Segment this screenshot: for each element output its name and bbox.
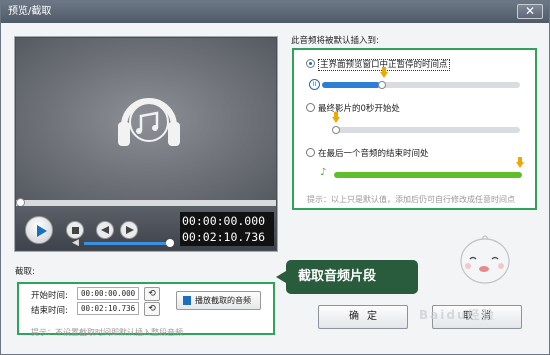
start-time-input[interactable]: 00:00:00.000 (77, 287, 139, 300)
play-button[interactable] (25, 216, 53, 244)
previous-button[interactable] (96, 221, 114, 239)
video-preview (16, 38, 276, 200)
watermark: Baidu经验 (419, 308, 496, 322)
timeline-knob (332, 126, 340, 134)
timeline-bar (334, 127, 520, 133)
timeline-bar-remaining (380, 82, 520, 88)
set-start-clock-icon[interactable]: ⟲ (144, 287, 160, 301)
option-start[interactable]: 最终影片的0秒开始处 (306, 102, 400, 114)
radio-icon[interactable] (306, 103, 315, 112)
annotation-banner: 截取音频片段 (276, 260, 418, 294)
crop-hint: 提示：不设置截取时间即默认插入整段音频 (31, 328, 183, 337)
end-time-label: 结束时间: (31, 306, 68, 316)
crop-title: 截取: (15, 267, 35, 277)
position-marker-icon (516, 157, 524, 168)
play-icon (183, 296, 191, 305)
window-title: 预览/截取 (8, 6, 52, 17)
ok-button[interactable]: 确定 (318, 305, 408, 329)
insert-options-panel: 主界面预览窗口中正暂停的时间点 II 最终影片的0秒开始处 在最后一个音频的结束… (292, 48, 537, 210)
player-controls: ◀ 00:00:00.000 00:02:10.736 (16, 206, 276, 250)
option-label: 最终影片的0秒开始处 (318, 104, 400, 114)
insert-title: 此音频将被默认插入到: (291, 36, 379, 46)
option-paused-point[interactable]: 主界面预览窗口中正暂停的时间点 (306, 58, 450, 71)
media-player: ▾ ◀ 00:00:00.000 00:02:10.736 (14, 36, 278, 252)
close-button[interactable]: ✕ (517, 4, 543, 19)
crop-preview-dialog: 预览/截取 ✕ ▾ ◀ (0, 0, 550, 355)
volume-icon: ◀ (72, 238, 79, 248)
pause-icon: II (309, 79, 320, 90)
mascot-illustration (460, 235, 510, 284)
play-cropped-label: 播放截取的音频 (195, 296, 251, 305)
timeline-bar-played (322, 82, 380, 88)
insert-hint: 提示：以上只是默认值，添加后仍可自行修改成任意时间点 (307, 195, 515, 204)
option-last-audio-end[interactable]: 在最后一个音频的结束时间处 (306, 147, 429, 159)
start-time-label: 开始时间: (31, 291, 68, 301)
music-note-icon: ♪ (320, 167, 327, 178)
current-time: 00:00:00.000 (182, 214, 266, 228)
position-marker-icon (380, 67, 388, 78)
end-time-input[interactable]: 00:02:10.736 (77, 302, 139, 315)
title-bar: 预览/截取 ✕ (1, 1, 549, 23)
stop-button[interactable] (66, 221, 84, 239)
headphone-music-icon (118, 98, 180, 146)
play-cropped-audio-button[interactable]: 播放截取的音频 (176, 291, 261, 310)
set-end-clock-icon[interactable]: ⟲ (144, 302, 160, 316)
timeline-bar-audio (334, 172, 522, 178)
option-label: 在最后一个音频的结束时间处 (318, 149, 429, 159)
volume-knob[interactable] (166, 239, 174, 247)
timeline-knob (378, 81, 386, 89)
time-display: 00:00:00.000 00:02:10.736 (180, 212, 274, 246)
total-time: 00:02:10.736 (182, 230, 266, 244)
radio-icon[interactable] (306, 148, 315, 157)
next-button[interactable] (120, 221, 138, 239)
position-marker-icon (332, 112, 340, 123)
volume-slider[interactable] (84, 242, 170, 245)
radio-icon[interactable] (306, 59, 315, 68)
